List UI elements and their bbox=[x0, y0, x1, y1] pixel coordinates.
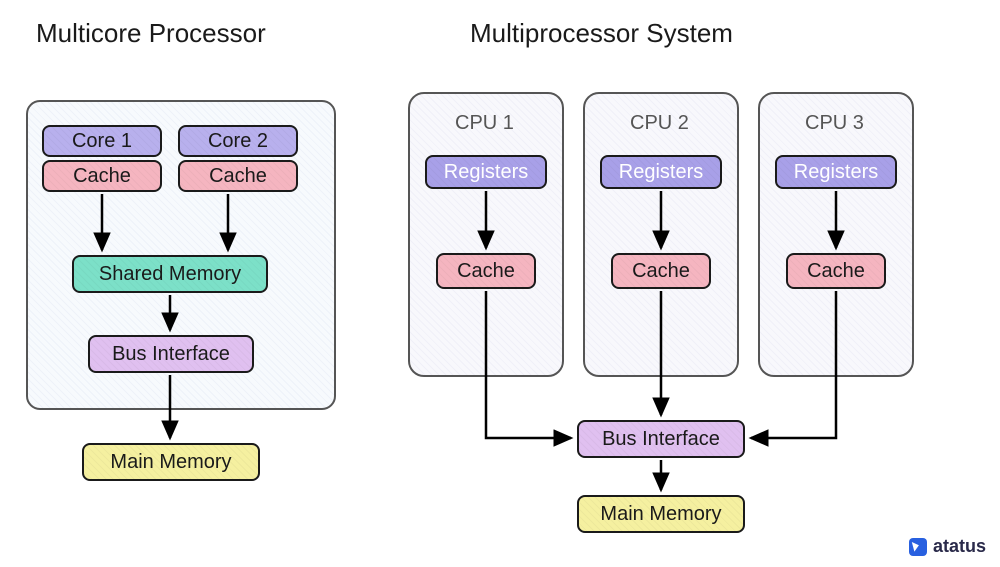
core2-cache-box: Cache bbox=[178, 160, 298, 192]
brand-label: atatus bbox=[933, 536, 986, 557]
cpu2-registers-box: Registers bbox=[600, 155, 722, 189]
cpu1-registers-box: Registers bbox=[425, 155, 547, 189]
bus-interface-left-box: Bus Interface bbox=[88, 335, 254, 373]
title-multicore: Multicore Processor bbox=[36, 18, 266, 49]
core1-cache-box: Cache bbox=[42, 160, 162, 192]
cpu1-cache-box: Cache bbox=[436, 253, 536, 289]
cpu3-cache-box: Cache bbox=[786, 253, 886, 289]
main-memory-left-box: Main Memory bbox=[82, 443, 260, 481]
title-multiprocessor: Multiprocessor System bbox=[470, 18, 733, 49]
cpu2-cache-box: Cache bbox=[611, 253, 711, 289]
shared-memory-box: Shared Memory bbox=[72, 255, 268, 293]
core1-box: Core 1 bbox=[42, 125, 162, 157]
cpu1-label: CPU 1 bbox=[455, 112, 514, 135]
cpu3-registers-box: Registers bbox=[775, 155, 897, 189]
bus-interface-right-box: Bus Interface bbox=[577, 420, 745, 458]
main-memory-right-box: Main Memory bbox=[577, 495, 745, 533]
atatus-icon bbox=[909, 538, 927, 556]
core2-box: Core 2 bbox=[178, 125, 298, 157]
cpu3-label: CPU 3 bbox=[805, 112, 864, 135]
brand-logo: atatus bbox=[909, 536, 986, 557]
cpu2-label: CPU 2 bbox=[630, 112, 689, 135]
